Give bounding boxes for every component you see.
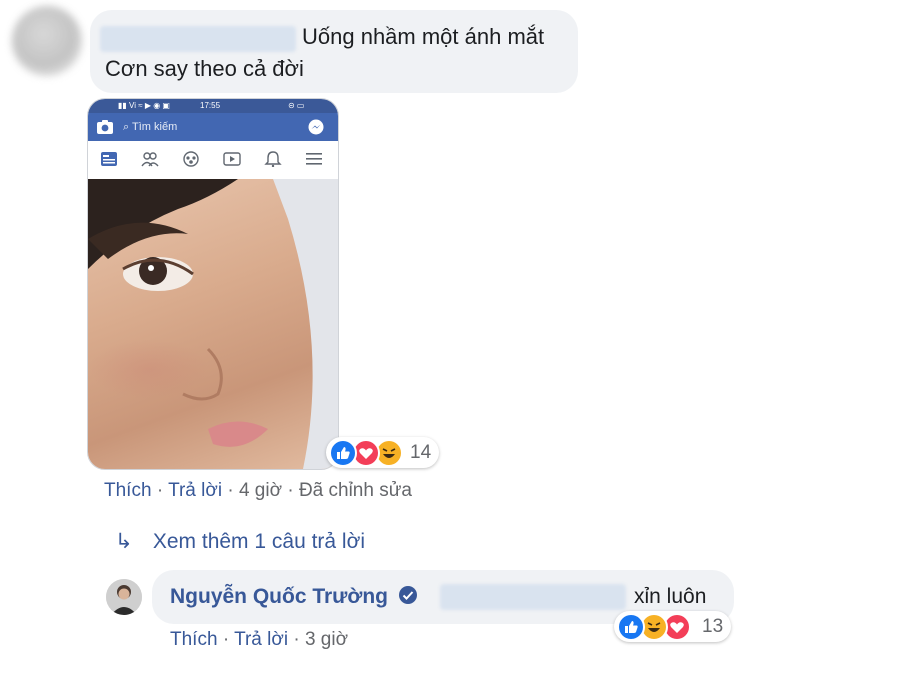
phone-status-bar: ▮▮ Vi ≈ ▶ ◉ ▣ 17:55 ⊝ ▭	[88, 99, 338, 113]
fb-search-bar: ⌕ Tìm kiếm	[123, 117, 295, 137]
comment-actions: Thích · Trả lời · 4 giờ · Đã chỉnh sửa	[104, 480, 412, 501]
comment-text-line1: Uống nhầm một ánh mắt	[302, 24, 545, 49]
reply-author-avatar[interactable]	[106, 579, 142, 615]
like-button[interactable]: Thích	[170, 629, 218, 650]
like-icon	[617, 613, 645, 641]
search-icon: ⌕	[123, 121, 130, 133]
commenter-avatar[interactable]	[12, 6, 82, 76]
view-more-replies-link[interactable]: ↳ Xem thêm 1 câu trả lời	[115, 529, 365, 554]
view-more-label: Xem thêm 1 câu trả lời	[152, 530, 366, 553]
face-illustration	[88, 179, 338, 469]
verified-badge-icon	[398, 586, 417, 604]
tagged-name-redacted[interactable]	[440, 584, 626, 610]
edited-label[interactable]: Đã chỉnh sửa	[299, 480, 412, 501]
commenter-name-redacted[interactable]	[100, 26, 296, 52]
reply-button[interactable]: Trả lời	[234, 629, 288, 650]
news-feed-icon	[101, 152, 117, 166]
menu-icon	[306, 153, 322, 165]
reply-text: xỉn luôn	[634, 585, 707, 608]
reply-reactions[interactable]: 13	[614, 611, 731, 642]
search-placeholder: Tìm kiếm	[132, 121, 178, 133]
comment-timestamp[interactable]: 4 giờ	[239, 480, 282, 501]
reaction-count: 14	[410, 442, 432, 463]
messenger-icon	[308, 119, 324, 135]
reply-author-name[interactable]: Nguyễn Quốc Trường	[170, 585, 418, 609]
reply-arrow-icon: ↳	[115, 530, 133, 553]
watch-icon	[223, 152, 241, 166]
like-icon	[329, 439, 357, 467]
reply-button[interactable]: Trả lời	[168, 480, 222, 501]
selfie-photo	[88, 179, 338, 469]
groups-icon	[183, 151, 199, 167]
friends-icon	[141, 152, 159, 167]
fb-app-header: ⌕ Tìm kiếm	[88, 113, 338, 141]
reaction-count: 13	[702, 616, 724, 637]
reply-timestamp[interactable]: 3 giờ	[305, 629, 348, 650]
comment-attachment-image[interactable]: ▮▮ Vi ≈ ▶ ◉ ▣ 17:55 ⊝ ▭ ⌕ Tìm kiếm	[87, 98, 339, 470]
like-button[interactable]: Thích	[104, 480, 152, 501]
notifications-icon	[264, 151, 282, 167]
camera-icon	[97, 120, 113, 134]
status-time: 17:55	[200, 101, 221, 110]
fb-tab-bar	[88, 141, 338, 180]
reply-actions: Thích · Trả lời · 3 giờ	[170, 629, 349, 650]
comment-reactions[interactable]: 14	[326, 437, 439, 468]
comment-text-line2: Cơn say theo cả đời	[105, 56, 304, 81]
